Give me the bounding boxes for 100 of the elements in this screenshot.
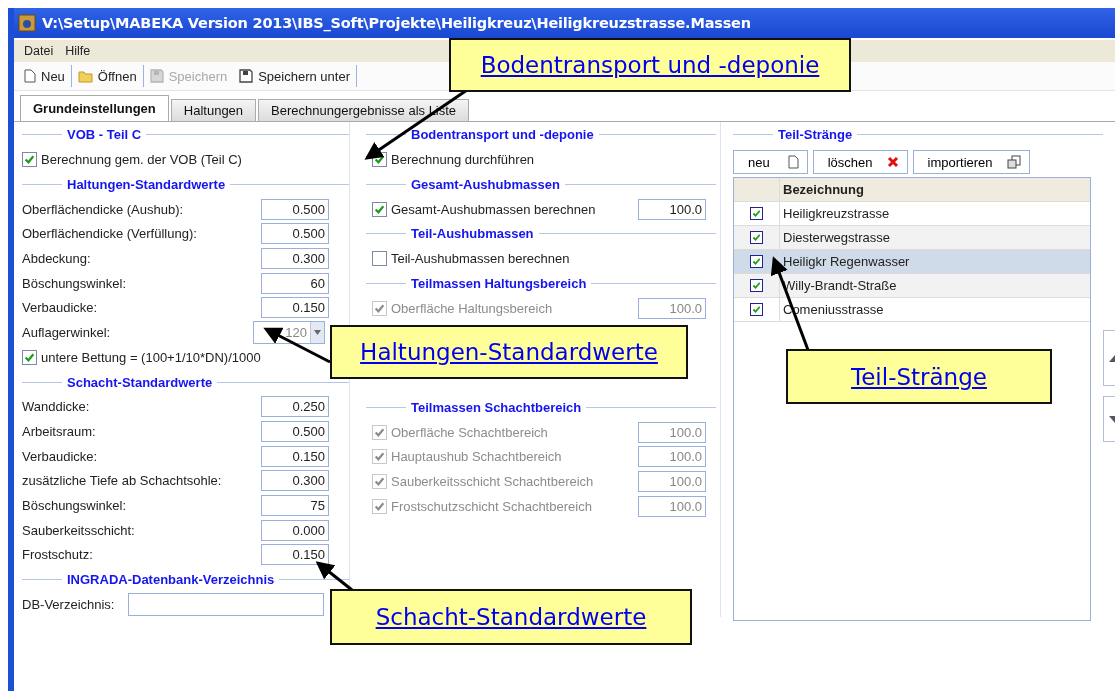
table-row[interactable]: Heiligkr Regenwasser [734,250,1090,274]
section-title: Teil-Stränge [778,127,853,142]
check-icon [24,351,35,363]
caret-icon [314,329,321,335]
checkbox[interactable] [750,231,763,244]
field-label: Auflagerwinkel: [22,324,112,340]
field-label: zusätzliche Tiefe ab Schachtsohle: [22,473,223,489]
number-field[interactable]: 60 [261,272,329,294]
import-icon [1006,155,1021,169]
section-title: Schacht-Standardwerte [67,374,213,390]
number-field[interactable]: 0.300 [261,247,329,269]
callout-arrow [315,561,353,592]
field-label: Frostschutz: [22,547,94,563]
checkbox-label: Berechnung durchführen [391,151,536,167]
app-icon [18,14,36,32]
page-icon [787,155,799,169]
page-icon [24,69,36,83]
number-field[interactable]: 0.150 [261,445,329,467]
window-title: V:\Setup\MABEKA Version 2013\IBS_Soft\Projekte\Heiligkreuz\Heiligkreuzstrasse.Massen [42,15,751,31]
callout-arrow [263,327,331,364]
tab[interactable]: Grundeinstellungen [20,95,169,121]
field-label: Böschungswinkel: [22,275,128,291]
field-label: Sauberkeitsschicht: [22,522,136,538]
section-title: Teilmassen Schachtbereich [411,399,582,415]
checkbox[interactable] [750,255,763,268]
checkbox-label: Oberfläche Schachtbereich [391,424,549,440]
field-label: Abdeckung: [22,250,92,266]
close-icon [886,156,899,168]
section-title: INGRADA-Datenbank-Verzeichnis [67,572,275,588]
field-label: Verbaudicke: [22,300,99,316]
field-label: Arbeitsraum: [22,424,97,440]
menu-item[interactable]: Datei [18,44,60,58]
toolbar-button[interactable]: Öffnen [71,66,143,86]
field-label: Verbaudicke: [22,448,99,464]
table-row[interactable]: Diesterwegstrasse [734,226,1090,250]
checkbox-label: untere Bettung = (100+1/10*DN)/1000 [41,349,262,365]
field-label: Oberflächendicke (Verfüllung): [22,226,198,242]
checkbox[interactable] [750,303,763,316]
checkbox-label: Frostschutzschicht Schachtbereich [391,498,593,514]
table-row[interactable]: Heiligkreuzstrasse [734,202,1090,226]
field-label: Oberflächendicke (Aushub): [22,201,185,217]
toolbar-button[interactable]: Neu [18,66,71,86]
number-field[interactable]: 0.250 [261,396,329,418]
section-title: Gesamt-Aushubmassen [411,176,560,192]
field-label: Wanddicke: [22,399,91,415]
checkbox-label: Berechnung gem. der VOB (Teil C) [41,151,243,167]
checkbox-label: Hauptaushub Schachtbereich [391,449,563,465]
check-icon [374,302,385,314]
section-title: Teilmassen Haltungsbereich [411,276,587,292]
checkbox[interactable] [372,251,387,267]
table-cell-text: Heiligkr Regenwasser [782,253,911,271]
checkbox-label: Gesamt-Aushubmassen berechnen [391,201,597,217]
table-cell-text: Heiligkreuzstrasse [782,205,891,223]
check-icon [752,281,761,290]
checkbox-label: Oberfläche Haltungsbereich [391,300,554,316]
number-field[interactable]: 0.150 [261,544,329,566]
number-field[interactable]: 0.500 [261,198,329,220]
callout-link[interactable]: Bodentransport und -deponie [480,52,820,78]
checkbox-label: Sauberkeitsschicht Schachtbereich [391,474,595,490]
check-icon [24,153,35,165]
section-title: Bodentransport und -deponie [411,127,594,142]
check-icon [374,203,385,215]
section-title: Haltungen-Standardwerte [67,176,226,192]
check-icon [374,426,385,438]
folder-icon [77,69,93,83]
table-cell-text: Diesterwegstrasse [782,229,891,247]
checkbox-label: Teil-Aushubmassen berechnen [391,251,571,267]
toolbar-button[interactable]: Speichern unter [233,66,356,86]
field-label: Böschungswinkel: [22,498,128,514]
callout-link[interactable]: Teil-Stränge [851,363,987,390]
check-icon [374,451,385,463]
number-field[interactable]: 0.500 [261,421,329,443]
callout-link[interactable]: Schacht-Standardwerte [375,604,647,630]
grid-button[interactable]: importieren [912,150,1030,174]
grid-button[interactable]: löschen [812,150,908,174]
section-title: Teil-Aushubmassen [411,226,534,242]
field-label: DB-Verzeichnis: [22,597,115,613]
number-field[interactable]: 0.150 [261,297,329,319]
check-icon [752,305,761,314]
check-icon [752,233,761,242]
tab[interactable]: Haltungen [170,99,257,121]
callout-link[interactable]: Haltungen-Standardwerte [360,339,658,365]
checkbox[interactable] [22,151,37,167]
check-icon [374,500,385,512]
number-field[interactable]: 0.500 [261,223,329,245]
check-icon [752,209,761,218]
path-field[interactable] [128,593,325,617]
number-field[interactable]: 0.000 [261,519,329,541]
grid-button[interactable]: neu [733,150,808,174]
checkbox[interactable] [372,201,387,217]
percent-field[interactable]: 100.0 [638,198,706,220]
number-field[interactable]: 75 [261,495,329,517]
checkbox[interactable] [750,279,763,292]
section-title: VOB - Teil C [67,127,142,142]
check-icon [374,476,385,488]
menu-item[interactable]: Hilfe [59,44,97,58]
check-icon [752,257,761,266]
checkbox[interactable] [750,207,763,220]
number-field[interactable]: 0.300 [261,470,329,492]
checkbox[interactable] [22,349,37,365]
